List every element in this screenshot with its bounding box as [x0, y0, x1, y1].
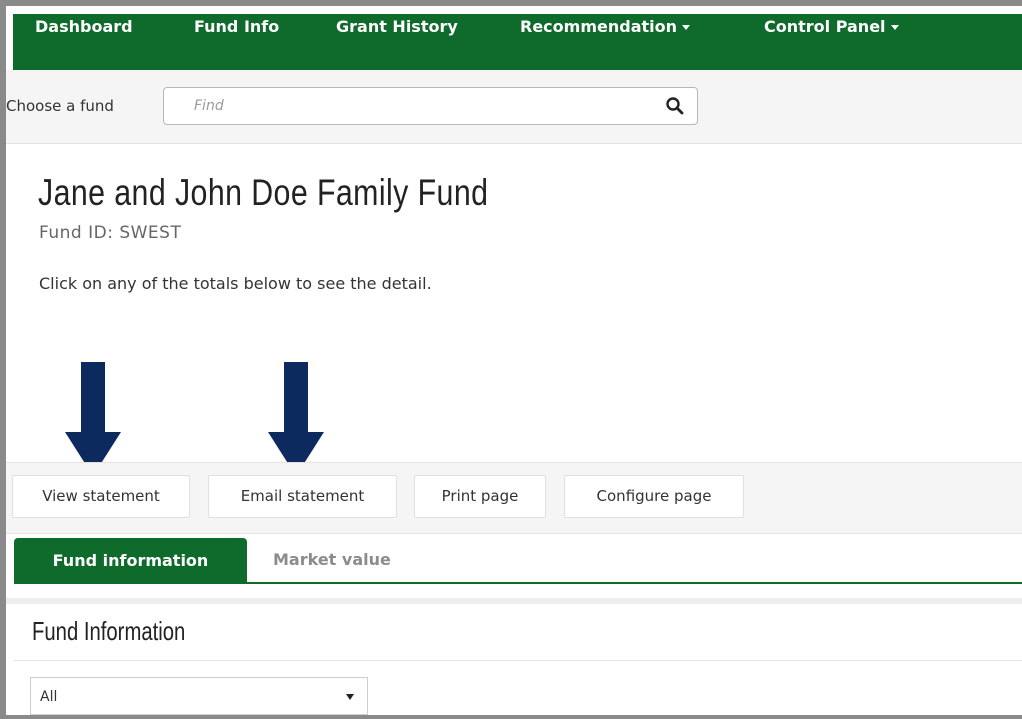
- fund-search-box[interactable]: [163, 87, 698, 125]
- section-divider: [14, 660, 1022, 661]
- instruction-text: Click on any of the totals below to see …: [39, 274, 432, 293]
- tab-market-value[interactable]: Market value: [273, 550, 391, 569]
- caret-down-icon: [890, 25, 899, 30]
- nav-recommendation-dropdown[interactable]: Recommendation: [520, 0, 690, 56]
- configure-page-button[interactable]: Configure page: [564, 475, 744, 518]
- nav-control-panel-dropdown[interactable]: Control Panel: [764, 0, 899, 56]
- fund-filter-select[interactable]: All: [30, 677, 368, 715]
- down-arrow-icon: [268, 362, 324, 476]
- down-arrow-icon: [65, 362, 121, 476]
- section-title: Fund Information: [32, 616, 186, 646]
- nav-grant-history[interactable]: Grant History: [336, 0, 458, 56]
- choose-fund-label: Choose a fund: [6, 97, 114, 115]
- nav-fund-info[interactable]: Fund Info: [194, 0, 279, 56]
- fund-title: Jane and John Doe Family Fund: [38, 172, 489, 213]
- tab-fund-information[interactable]: Fund information: [14, 538, 247, 584]
- email-statement-button[interactable]: Email statement: [208, 475, 397, 518]
- fund-id: Fund ID: SWEST: [39, 223, 182, 243]
- fund-search-input[interactable]: [194, 97, 614, 115]
- nav-recommendation-label: Recommendation: [520, 17, 677, 36]
- caret-down-icon: [682, 25, 690, 30]
- view-statement-button[interactable]: View statement: [12, 475, 190, 518]
- search-icon[interactable]: [665, 96, 685, 116]
- fund-filter-value: All: [40, 689, 58, 705]
- nav-control-panel-label: Control Panel: [764, 17, 886, 36]
- print-page-button[interactable]: Print page: [414, 475, 546, 518]
- section-separator: [6, 598, 1022, 604]
- nav-dashboard[interactable]: Dashboard: [35, 0, 133, 56]
- caret-down-icon: [346, 694, 354, 700]
